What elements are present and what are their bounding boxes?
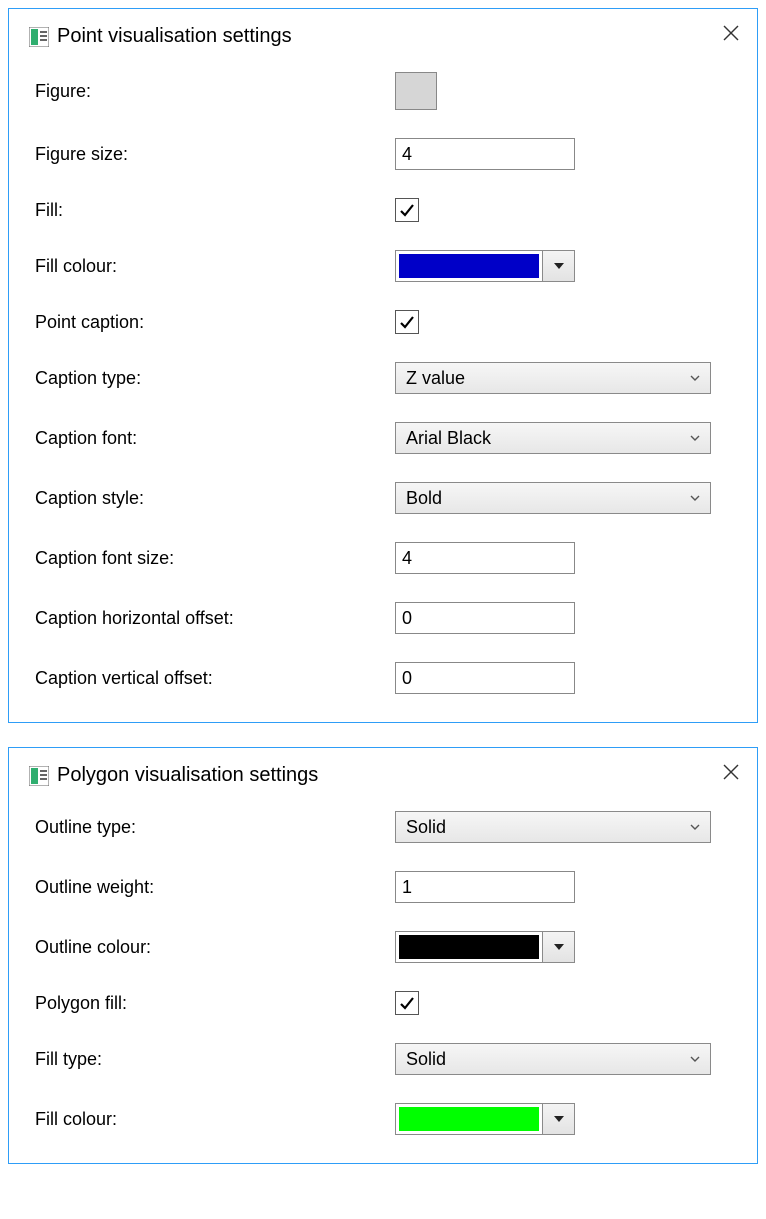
point-settings-panel: Point visualisation settings Figure: Fig… xyxy=(8,8,758,723)
fill-type-value: Solid xyxy=(406,1049,446,1070)
caption-type-label: Caption type: xyxy=(35,368,395,389)
point-panel-title: Point visualisation settings xyxy=(57,25,292,48)
caption-font-label: Caption font: xyxy=(35,428,395,449)
polygon-fill-colour-swatch xyxy=(399,1107,539,1131)
fill-colour-swatch xyxy=(399,254,539,278)
caption-type-value: Z value xyxy=(406,368,465,389)
fill-checkbox[interactable] xyxy=(395,198,419,222)
polygon-fill-colour-label: Fill colour: xyxy=(35,1109,395,1130)
caption-style-value: Bold xyxy=(406,488,442,509)
caption-type-select[interactable]: Z value xyxy=(395,362,711,394)
point-caption-checkbox[interactable] xyxy=(395,310,419,334)
panel-icon xyxy=(29,766,49,786)
caption-font-select[interactable]: Arial Black xyxy=(395,422,711,454)
fill-label: Fill: xyxy=(35,200,395,221)
caption-font-size-label: Caption font size: xyxy=(35,548,395,569)
outline-colour-picker[interactable] xyxy=(395,931,575,963)
checkmark-icon xyxy=(399,202,415,218)
checkmark-icon xyxy=(399,995,415,1011)
polygon-fill-colour-picker[interactable] xyxy=(395,1103,575,1135)
checkmark-icon xyxy=(399,314,415,330)
caption-font-value: Arial Black xyxy=(406,428,491,449)
caption-h-offset-input[interactable] xyxy=(395,602,575,634)
caption-font-size-input[interactable] xyxy=(395,542,575,574)
polygon-fill-label: Polygon fill: xyxy=(35,993,395,1014)
caption-v-offset-label: Caption vertical offset: xyxy=(35,668,395,689)
outline-type-label: Outline type: xyxy=(35,817,395,838)
chevron-down-icon xyxy=(690,824,700,830)
fill-type-label: Fill type: xyxy=(35,1049,395,1070)
dropdown-button[interactable] xyxy=(542,932,574,962)
chevron-down-icon xyxy=(554,944,564,950)
dropdown-button[interactable] xyxy=(542,1104,574,1134)
panel-icon xyxy=(29,27,49,47)
chevron-down-icon xyxy=(690,495,700,501)
polygon-settings-panel: Polygon visualisation settings Outline t… xyxy=(8,747,758,1164)
figure-label: Figure: xyxy=(35,81,395,102)
outline-weight-label: Outline weight: xyxy=(35,877,395,898)
fill-type-select[interactable]: Solid xyxy=(395,1043,711,1075)
outline-type-select[interactable]: Solid xyxy=(395,811,711,843)
close-button[interactable] xyxy=(719,760,743,784)
figure-size-label: Figure size: xyxy=(35,144,395,165)
point-caption-label: Point caption: xyxy=(35,312,395,333)
polygon-fill-checkbox[interactable] xyxy=(395,991,419,1015)
close-button[interactable] xyxy=(719,21,743,45)
outline-colour-label: Outline colour: xyxy=(35,937,395,958)
figure-size-input[interactable] xyxy=(395,138,575,170)
outline-weight-input[interactable] xyxy=(395,871,575,903)
outline-colour-swatch xyxy=(399,935,539,959)
chevron-down-icon xyxy=(690,1056,700,1062)
fill-colour-picker[interactable] xyxy=(395,250,575,282)
polygon-panel-title: Polygon visualisation settings xyxy=(57,764,318,787)
polygon-panel-header: Polygon visualisation settings xyxy=(29,764,737,787)
caption-style-select[interactable]: Bold xyxy=(395,482,711,514)
chevron-down-icon xyxy=(554,263,564,269)
chevron-down-icon xyxy=(690,435,700,441)
outline-type-value: Solid xyxy=(406,817,446,838)
caption-h-offset-label: Caption horizontal offset: xyxy=(35,608,395,629)
chevron-down-icon xyxy=(554,1116,564,1122)
point-panel-header: Point visualisation settings xyxy=(29,25,737,48)
caption-v-offset-input[interactable] xyxy=(395,662,575,694)
figure-picker[interactable] xyxy=(395,72,437,110)
chevron-down-icon xyxy=(690,375,700,381)
fill-colour-label: Fill colour: xyxy=(35,256,395,277)
caption-style-label: Caption style: xyxy=(35,488,395,509)
dropdown-button[interactable] xyxy=(542,251,574,281)
